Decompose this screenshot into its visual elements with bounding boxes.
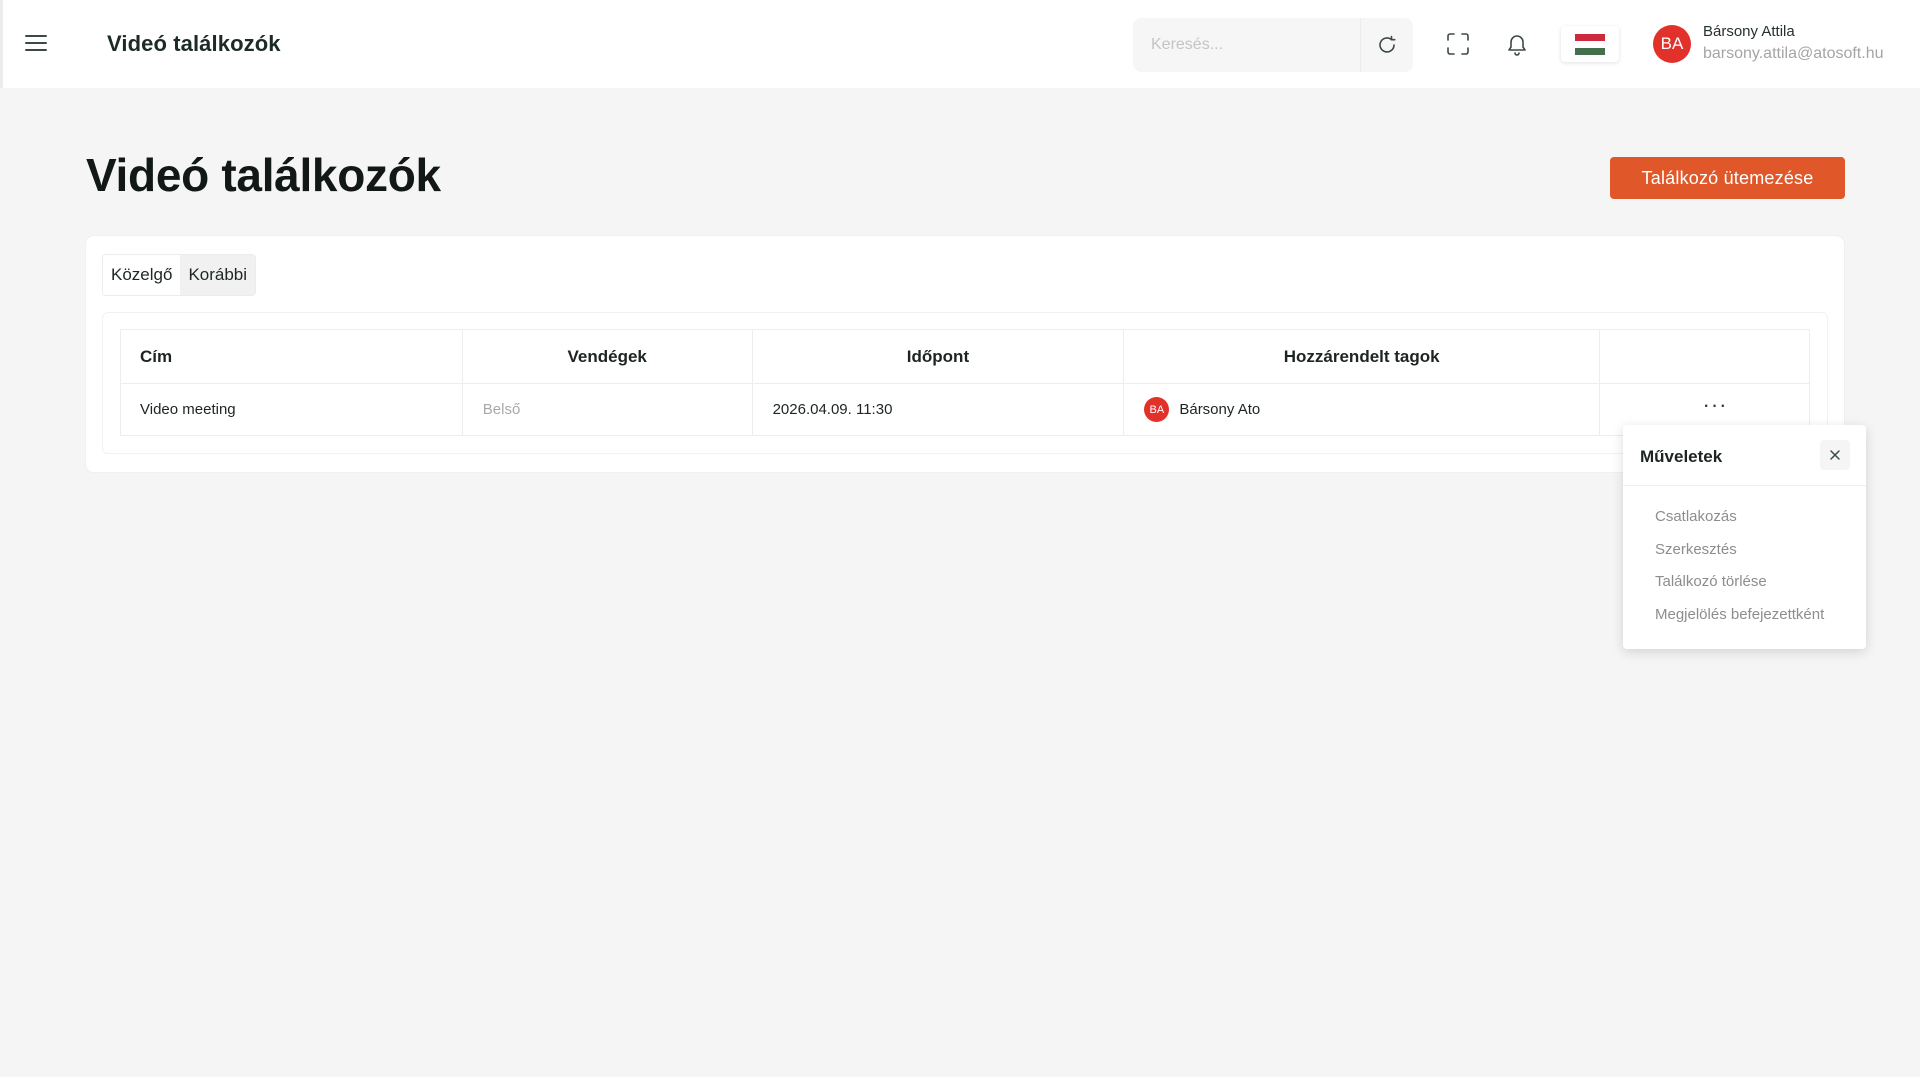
top-bar: Videó találkozók BA Bársony Attila b [0, 0, 1920, 88]
app-title: Videó találkozók [107, 31, 281, 56]
table-row[interactable]: Video meeting Belső 2026.04.09. 11:30 BA… [120, 383, 1810, 436]
popover-divider [1623, 485, 1866, 486]
menu-item-join[interactable]: Csatlakozás [1655, 507, 1824, 540]
search-input[interactable] [1133, 18, 1360, 72]
column-header-title: Cím [120, 329, 463, 384]
table-header-row: Cím Vendégek Időpont Hozzárendelt tagok [120, 329, 1810, 384]
fullscreen-icon[interactable] [1440, 26, 1476, 62]
column-header-guests: Vendégek [461, 329, 753, 384]
page-title: Videó találkozók [86, 149, 441, 201]
search-box [1133, 18, 1413, 72]
meetings-table: Cím Vendégek Időpont Hozzárendelt tagok … [120, 329, 1810, 436]
close-icon[interactable] [1820, 440, 1850, 470]
hamburger-menu-icon[interactable] [23, 32, 49, 54]
member-name: Bársony Ato [1179, 401, 1261, 418]
user-email: barsony.attila@atosoft.hu [1703, 45, 1884, 62]
popover-menu: Csatlakozás Szerkesztés Találkozó törlés… [1655, 507, 1824, 637]
meetings-card: Közelgő Korábbi Cím Vendégek Időpont Hoz… [86, 236, 1844, 472]
column-header-time: Időpont [751, 329, 1125, 384]
column-header-members: Hozzárendelt tagok [1123, 329, 1601, 384]
column-header-actions [1599, 329, 1810, 384]
table-container: Cím Vendégek Időpont Hozzárendelt tagok … [102, 312, 1828, 454]
more-options-icon[interactable]: ··· [1700, 393, 1730, 420]
member-chip: BA Bársony Ato [1144, 397, 1599, 422]
bell-icon[interactable] [1499, 26, 1535, 62]
popover-title: Műveletek [1640, 447, 1723, 466]
actions-popover: Műveletek Csatlakozás Szerkesztés Találk… [1623, 425, 1866, 649]
schedule-meeting-button[interactable]: Találkozó ütemezése [1610, 157, 1845, 199]
meeting-members: BA Bársony Ato [1123, 383, 1601, 436]
menu-item-delete[interactable]: Találkozó törlése [1655, 572, 1824, 605]
user-avatar[interactable]: BA [1653, 25, 1691, 63]
hungarian-flag-icon [1575, 33, 1605, 55]
menu-item-mark-complete[interactable]: Megjelölés befejezettként [1655, 605, 1824, 638]
member-avatar: BA [1144, 397, 1170, 422]
language-selector[interactable] [1561, 26, 1619, 62]
refresh-icon[interactable] [1361, 18, 1413, 72]
meeting-title[interactable]: Video meeting [120, 383, 463, 436]
user-name: Bársony Attila [1703, 23, 1795, 40]
meeting-guests: Belső [461, 383, 753, 436]
meeting-time: 2026.04.09. 11:30 [751, 383, 1125, 436]
menu-item-edit[interactable]: Szerkesztés [1655, 540, 1824, 573]
tab-past[interactable]: Korábbi [180, 255, 256, 295]
tab-group: Közelgő Korábbi [102, 254, 257, 296]
tab-upcoming[interactable]: Közelgő [103, 255, 181, 295]
